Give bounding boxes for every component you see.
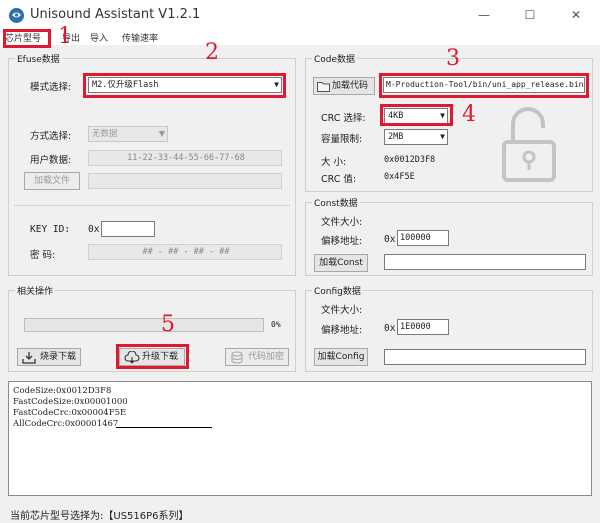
config-group-title: Config数据 <box>312 284 363 297</box>
maximize-button[interactable]: ☐ <box>516 5 544 25</box>
mode-select-label: 模式选择: <box>30 82 72 93</box>
app-logo-icon <box>9 8 24 23</box>
const-group-title: Const数据 <box>312 196 360 209</box>
log-line: CodeSize:0x0012D3F8 <box>13 386 112 396</box>
unlock-icon <box>502 107 556 182</box>
highlight-box-chip-menu <box>3 29 51 48</box>
load-config-button[interactable]: 加载Config <box>314 348 368 366</box>
progress-label: 0% <box>271 320 281 329</box>
database-icon <box>231 351 243 364</box>
highlight-box-code-path <box>379 73 589 98</box>
efuse-divider <box>14 205 290 206</box>
burn-download-button[interactable]: 烧录下载 <box>17 348 81 366</box>
download-tray-icon <box>22 352 36 364</box>
annotation-number: 2 <box>205 40 219 65</box>
const-path-field[interactable] <box>384 254 586 270</box>
annotation-number: 4 <box>462 102 476 127</box>
menu-bar: 芯片型号 导出 导入 传输速率 <box>0 30 600 45</box>
status-text: 当前芯片型号选择为:【US516P6系列】 <box>10 511 189 522</box>
capacity-label: 容量限制: <box>321 134 363 145</box>
load-code-button[interactable]: 加载代码 <box>313 77 375 95</box>
annotation-number: 3 <box>446 46 460 71</box>
config-offset-prefix: 0x <box>384 323 396 334</box>
method-select-value: 无数据 <box>92 129 118 139</box>
crc-value: 0x4F5E <box>384 172 415 182</box>
method-select-label: 方式选择: <box>30 131 72 142</box>
efuse-group-title: Efuse数据 <box>15 52 62 65</box>
key-id-prefix: 0x <box>88 224 100 235</box>
highlight-box-crc-select <box>380 104 453 126</box>
minimize-button[interactable]: — <box>470 5 498 25</box>
log-line: FastCodeSize:0x00001000 <box>13 397 128 407</box>
window-title: Unisound Assistant V1.2.1 <box>30 7 201 22</box>
key-id-label: KEY ID: <box>30 224 71 235</box>
folder-icon <box>317 82 330 92</box>
log-output[interactable]: CodeSize:0x0012D3F8 FastCodeSize:0x00001… <box>8 381 592 496</box>
highlight-box-upgrade-button <box>116 344 189 369</box>
menu-import[interactable]: 导入 <box>90 31 108 44</box>
progress-bar <box>24 318 264 332</box>
password-label: 密 码: <box>30 250 56 261</box>
size-value: 0x0012D3F8 <box>384 155 436 165</box>
code-group-title: Code数据 <box>312 52 358 65</box>
const-offset-label: 偏移地址: <box>321 236 363 247</box>
key-id-input[interactable] <box>101 221 155 237</box>
const-file-size-label: 文件大小: <box>321 217 363 228</box>
method-select[interactable]: 无数据 ▼ <box>88 126 168 142</box>
load-file-button[interactable]: 加载文件 <box>24 172 80 190</box>
close-button[interactable]: ✕ <box>562 5 590 25</box>
size-label: 大 小: <box>321 157 347 168</box>
code-encrypt-label: 代码加密 <box>248 352 285 362</box>
highlight-box-mode-select <box>83 73 286 98</box>
title-bar: Unisound Assistant V1.2.1 — ☐ ✕ <box>0 0 600 30</box>
log-cursor-line <box>116 427 212 428</box>
config-offset-input[interactable]: 1E0000 <box>397 319 449 335</box>
load-file-path[interactable] <box>88 173 282 189</box>
load-const-button[interactable]: 加载Const <box>314 254 368 272</box>
annotation-number: 1 <box>58 24 72 49</box>
config-path-field[interactable] <box>384 349 586 365</box>
config-offset-label: 偏移地址: <box>321 325 363 336</box>
dropdown-arrow-icon: ▼ <box>440 132 445 141</box>
burn-download-label: 烧录下载 <box>40 352 77 362</box>
dropdown-arrow-icon: ▼ <box>158 129 165 138</box>
load-code-label: 加载代码 <box>332 81 369 91</box>
code-encrypt-button[interactable]: 代码加密 <box>225 348 289 366</box>
crc-select-label: CRC 选择: <box>321 113 366 124</box>
log-line: FastCodeCrc:0x00004F5E <box>13 408 127 418</box>
capacity-select[interactable]: 2MB ▼ <box>384 129 448 145</box>
log-line: AllCodeCrc:0x00001467 <box>13 419 119 429</box>
const-offset-input[interactable]: 100000 <box>397 230 449 246</box>
config-file-size-label: 文件大小: <box>321 305 363 316</box>
capacity-select-value: 2MB <box>388 132 404 142</box>
const-offset-prefix: 0x <box>384 234 396 245</box>
crc-value-label: CRC 值: <box>321 174 357 185</box>
user-data-field[interactable]: 11-22-33-44-55-66-77-68 <box>88 150 282 166</box>
user-data-label: 用户数据: <box>30 155 72 166</box>
password-field[interactable]: ## - ## - ## - ## <box>88 244 282 260</box>
annotation-number: 5 <box>161 312 175 337</box>
menu-transfer-rate[interactable]: 传输速率 <box>122 31 158 44</box>
operations-group-title: 相关操作 <box>15 284 56 297</box>
